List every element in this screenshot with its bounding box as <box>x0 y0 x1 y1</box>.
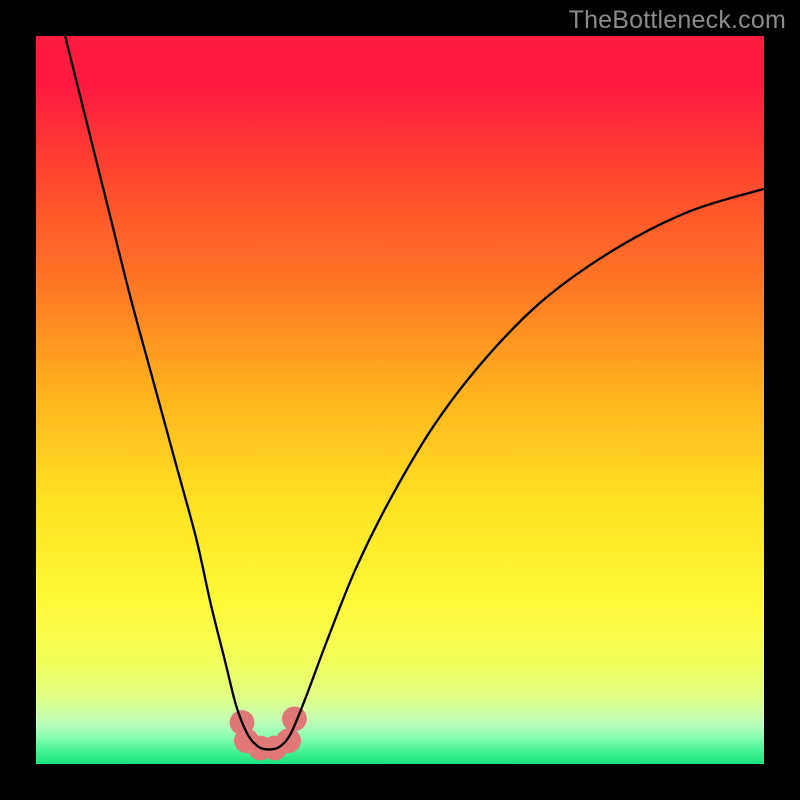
bottleneck-curve <box>65 36 764 749</box>
highlight-marker <box>276 728 301 753</box>
watermark-text: TheBottleneck.com <box>569 6 786 35</box>
plot-area <box>36 36 764 764</box>
curve-layer <box>36 36 764 764</box>
chart-frame: TheBottleneck.com <box>0 0 800 800</box>
